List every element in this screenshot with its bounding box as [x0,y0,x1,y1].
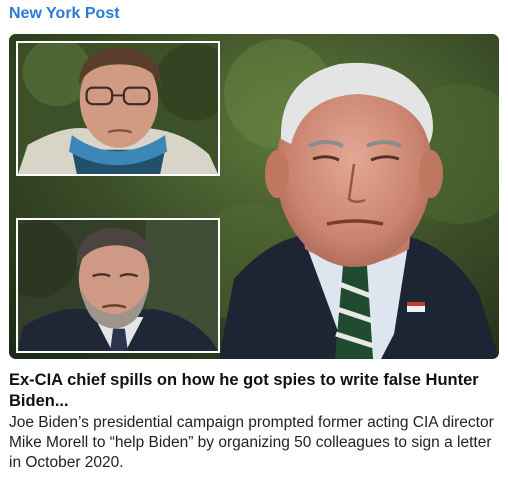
inset-photo-top [16,41,220,176]
article-summary: Joe Biden’s presidential campaign prompt… [9,414,494,471]
news-card[interactable]: New York Post Ex-CIA chief spills on how… [0,0,508,483]
inset-photo-bottom [16,218,220,353]
article-image[interactable] [9,34,499,359]
article-headline[interactable]: Ex-CIA chief spills on how he got spies … [9,370,499,412]
publisher-name[interactable]: New York Post [9,4,120,24]
